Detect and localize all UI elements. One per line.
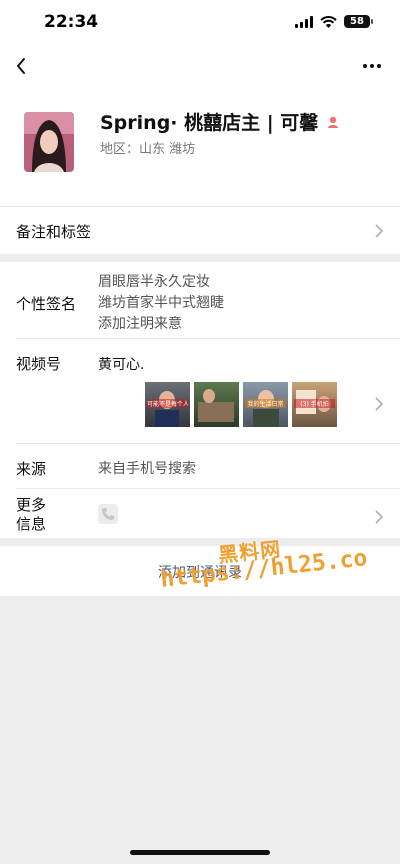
name-row: Spring· 桃囍店主 | 可馨 [100, 108, 340, 135]
channels-label: 视频号 [16, 355, 62, 373]
chevron-right-icon [375, 224, 384, 238]
phone-icon [98, 504, 118, 524]
video-thumbnail[interactable]: 可能不是每个人... [145, 382, 190, 427]
chevron-right-icon [375, 510, 384, 524]
signature-line: 潍坊首家半中式翘睫 [98, 295, 224, 311]
wifi-icon [320, 15, 337, 28]
channels-name: 黄可心. [98, 357, 145, 373]
signature-label: 个性签名 [16, 295, 77, 313]
video-thumbnail[interactable] [194, 382, 239, 427]
source-label: 来源 [16, 460, 47, 478]
source-value: 来自手机号搜索 [98, 461, 196, 477]
info-block: 个性签名 眉眼唇半永久定妆 潍坊首家半中式翘睫 添加注明来意 视频号 黄可心. … [0, 262, 400, 544]
remark-tags-label: 备注和标签 [16, 223, 92, 241]
signature-text: 眉眼唇半永久定妆 潍坊首家半中式翘睫 添加注明来意 [98, 272, 224, 335]
back-arrow-icon[interactable] [10, 52, 38, 80]
more-info-label: 更多 信息 [16, 496, 47, 533]
more-options-icon[interactable] [358, 52, 386, 80]
video-thumbnail[interactable]: 我的生活日常 [243, 382, 288, 427]
channels-row[interactable]: 视频号 黄可心. 可能不是每个人... 我的生活日常 (3) 手机拍 [0, 339, 400, 443]
region-text: 地区：山东 潍坊 [100, 142, 196, 157]
home-indicator [130, 850, 270, 855]
nav-bar [0, 46, 400, 86]
remark-tags-row[interactable]: 备注和标签 [0, 207, 400, 254]
profile-header: Spring· 桃囍店主 | 可馨 地区：山东 潍坊 [0, 86, 400, 206]
profile-name: Spring· 桃囍店主 | 可馨 [100, 112, 319, 134]
channels-thumbnails: 可能不是每个人... 我的生活日常 (3) 手机拍 [145, 382, 337, 427]
battery-icon: 58 [344, 15, 373, 28]
status-icons: 58 [295, 15, 373, 28]
status-bar: 22:34 58 [0, 0, 400, 46]
signal-icon [295, 15, 313, 28]
signature-line: 添加注明来意 [98, 316, 182, 332]
avatar[interactable] [24, 112, 74, 172]
section-gap [0, 254, 400, 262]
status-time: 22:34 [44, 12, 99, 32]
section-gap [0, 538, 400, 546]
video-thumbnail[interactable]: (3) 手机拍 [292, 382, 337, 427]
source-row: 来源 来自手机号搜索 [0, 444, 400, 488]
more-info-row[interactable]: 更多 信息 [0, 489, 400, 544]
female-gender-icon [328, 116, 339, 128]
signature-line: 眉眼唇半永久定妆 [98, 274, 210, 290]
chevron-right-icon [375, 397, 384, 411]
